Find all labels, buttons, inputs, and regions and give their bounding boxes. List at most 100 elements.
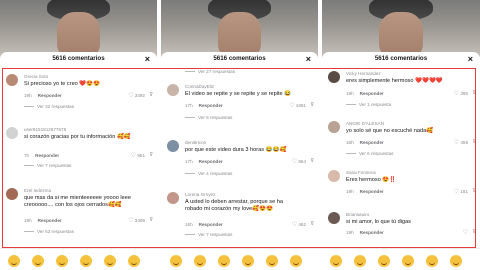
reply-button[interactable]: Responder (360, 91, 384, 96)
emoji-icon[interactable] (218, 255, 230, 267)
dislike-icon[interactable]: ⊽ (472, 229, 476, 235)
emoji-icon[interactable] (330, 255, 342, 267)
close-icon[interactable]: × (468, 52, 473, 66)
heart-icon: ♡ (291, 159, 298, 165)
dislike-icon[interactable]: ⊽ (149, 152, 153, 158)
comment-meta: 19h Responder (346, 91, 384, 96)
dislike-icon[interactable]: ⊽ (472, 90, 476, 96)
comment-text: eres simplemente hermoso ❤️❤️❤️❤️ (346, 78, 443, 84)
like-button[interactable]: ♡ 3492 (128, 92, 145, 99)
view-replies[interactable]: Ver 8 respuestas (185, 115, 232, 120)
reply-button[interactable]: Responder (360, 140, 384, 145)
like-button[interactable]: ♡ 951 (131, 152, 145, 159)
comments-header: 5616 comentarios × (0, 52, 157, 66)
comment-username[interactable]: Sarai Fonseca (346, 170, 376, 175)
avatar[interactable] (6, 127, 18, 139)
comment-username[interactable]: Vicky Hernandez (346, 71, 381, 76)
comment-time: 17h (185, 103, 193, 108)
reply-button[interactable]: Responder (360, 189, 384, 194)
emoji-icon[interactable] (378, 255, 390, 267)
emoji-icon[interactable] (32, 255, 44, 267)
reply-button[interactable]: Responder (199, 103, 223, 108)
emoji-icon[interactable] (80, 255, 92, 267)
heart-icon: ♡ (453, 91, 460, 97)
emoji-icon[interactable] (194, 255, 206, 267)
comment-text: Si precioso yo te creo ❤️😍😍 (24, 81, 101, 87)
emoji-icon[interactable] (266, 255, 278, 267)
view-replies[interactable]: Ver 6 respuestas (346, 151, 393, 156)
dislike-icon[interactable]: ⊽ (310, 102, 314, 108)
like-button[interactable]: ♡ 462 (292, 221, 306, 228)
view-replies[interactable]: Ver 4 respuestas (185, 171, 232, 176)
comment-time: 19h (346, 230, 354, 235)
comments-sheet: 5616 comentarios × Grecia Soto Si precio… (0, 52, 157, 248)
like-button[interactable]: ♡ 1681 (289, 102, 306, 109)
comment-text: Eres hermoso 😍‼️ (346, 177, 397, 183)
comment-meta: 19h Responder (24, 93, 62, 98)
comment-username[interactable]: Itzel ledezma (24, 188, 51, 193)
comment-username[interactable]: user6151812677678 (24, 127, 66, 132)
emoji-icon[interactable] (290, 255, 302, 267)
emoji-icon[interactable] (128, 255, 140, 267)
emoji-icon[interactable] (426, 255, 438, 267)
comment-text: El video se repite y se repite y se repi… (185, 91, 292, 97)
screenshot-collage: 5616 comentarios × Grecia Soto Si precio… (0, 0, 480, 270)
avatar[interactable] (167, 140, 179, 152)
view-replies[interactable]: Ver 7 respuestas (185, 232, 232, 237)
like-button[interactable]: ♡ 395 (454, 90, 468, 97)
like-count: 462 (298, 222, 306, 227)
comment-username[interactable]: Grecia Soto (24, 74, 48, 79)
view-replies[interactable]: Ver 32 respuestas (24, 104, 74, 109)
avatar[interactable] (328, 170, 340, 182)
comment-username[interactable]: deni8ricon (185, 140, 206, 145)
view-replies[interactable]: Ver 63 respuestas (24, 229, 74, 234)
dislike-icon[interactable]: ⊽ (149, 217, 153, 223)
dislike-icon[interactable]: ⊽ (472, 188, 476, 194)
like-button[interactable]: ♡ 3409 (128, 217, 145, 224)
comment-text: por que este video dura 3 horas 😂😂🥰 (185, 147, 287, 153)
like-button[interactable]: ♡ 181 (454, 188, 468, 195)
comment-username[interactable]: Lorena Grnyez (185, 192, 215, 197)
comment-username[interactable]: CorinaDavEliz (185, 84, 214, 89)
like-button[interactable]: ♡ 864 (292, 158, 306, 165)
comments-sheet: 5616 comentarios × Ver 27 respuestas Cor… (161, 52, 318, 248)
dislike-icon[interactable]: ⊽ (472, 139, 476, 145)
close-icon[interactable]: × (306, 52, 311, 66)
view-replies[interactable]: Ver 1 respuesta (346, 102, 391, 107)
dislike-icon[interactable]: ⊽ (149, 92, 153, 98)
emoji-icon[interactable] (104, 255, 116, 267)
comments-panel-3: 5616 comentarios × Vicky Hernandez eres … (322, 0, 480, 270)
avatar[interactable] (328, 212, 340, 224)
emoji-icon[interactable] (56, 255, 68, 267)
emoji-icon[interactable] (402, 255, 414, 267)
dislike-icon[interactable]: ⊽ (310, 221, 314, 227)
comment-username[interactable]: Briansauiro (346, 212, 369, 217)
emoji-icon[interactable] (8, 255, 20, 267)
avatar[interactable] (328, 71, 340, 83)
reply-button[interactable]: Responder (38, 93, 62, 98)
avatar[interactable] (167, 84, 179, 96)
close-icon[interactable]: × (145, 52, 150, 66)
like-button[interactable]: ♡ (463, 229, 468, 236)
emoji-icon[interactable] (242, 255, 254, 267)
avatar[interactable] (328, 121, 340, 133)
view-replies[interactable]: Ver 27 respuestas (185, 69, 235, 74)
reply-button[interactable]: Responder (360, 230, 384, 235)
reply-button[interactable]: Responder (199, 222, 223, 227)
reply-button[interactable]: Responder (35, 153, 59, 158)
emoji-icon[interactable] (170, 255, 182, 267)
view-replies[interactable]: Ver 7 respuestas (24, 163, 71, 168)
comment-username[interactable]: ANGIE D'ALESAN (346, 121, 384, 126)
avatar[interactable] (6, 74, 18, 86)
dislike-icon[interactable]: ⊽ (310, 158, 314, 164)
reply-button[interactable]: Responder (199, 159, 223, 164)
reply-button[interactable]: Responder (38, 218, 62, 223)
comment-time: 19h (24, 218, 32, 223)
avatar[interactable] (167, 192, 179, 204)
emoji-icon[interactable] (450, 255, 462, 267)
avatar[interactable] (6, 188, 18, 200)
like-count: 951 (137, 153, 145, 158)
emoji-icon[interactable] (354, 255, 366, 267)
like-count: 1681 (295, 103, 306, 108)
like-button[interactable]: ♡ 459 (454, 139, 468, 146)
